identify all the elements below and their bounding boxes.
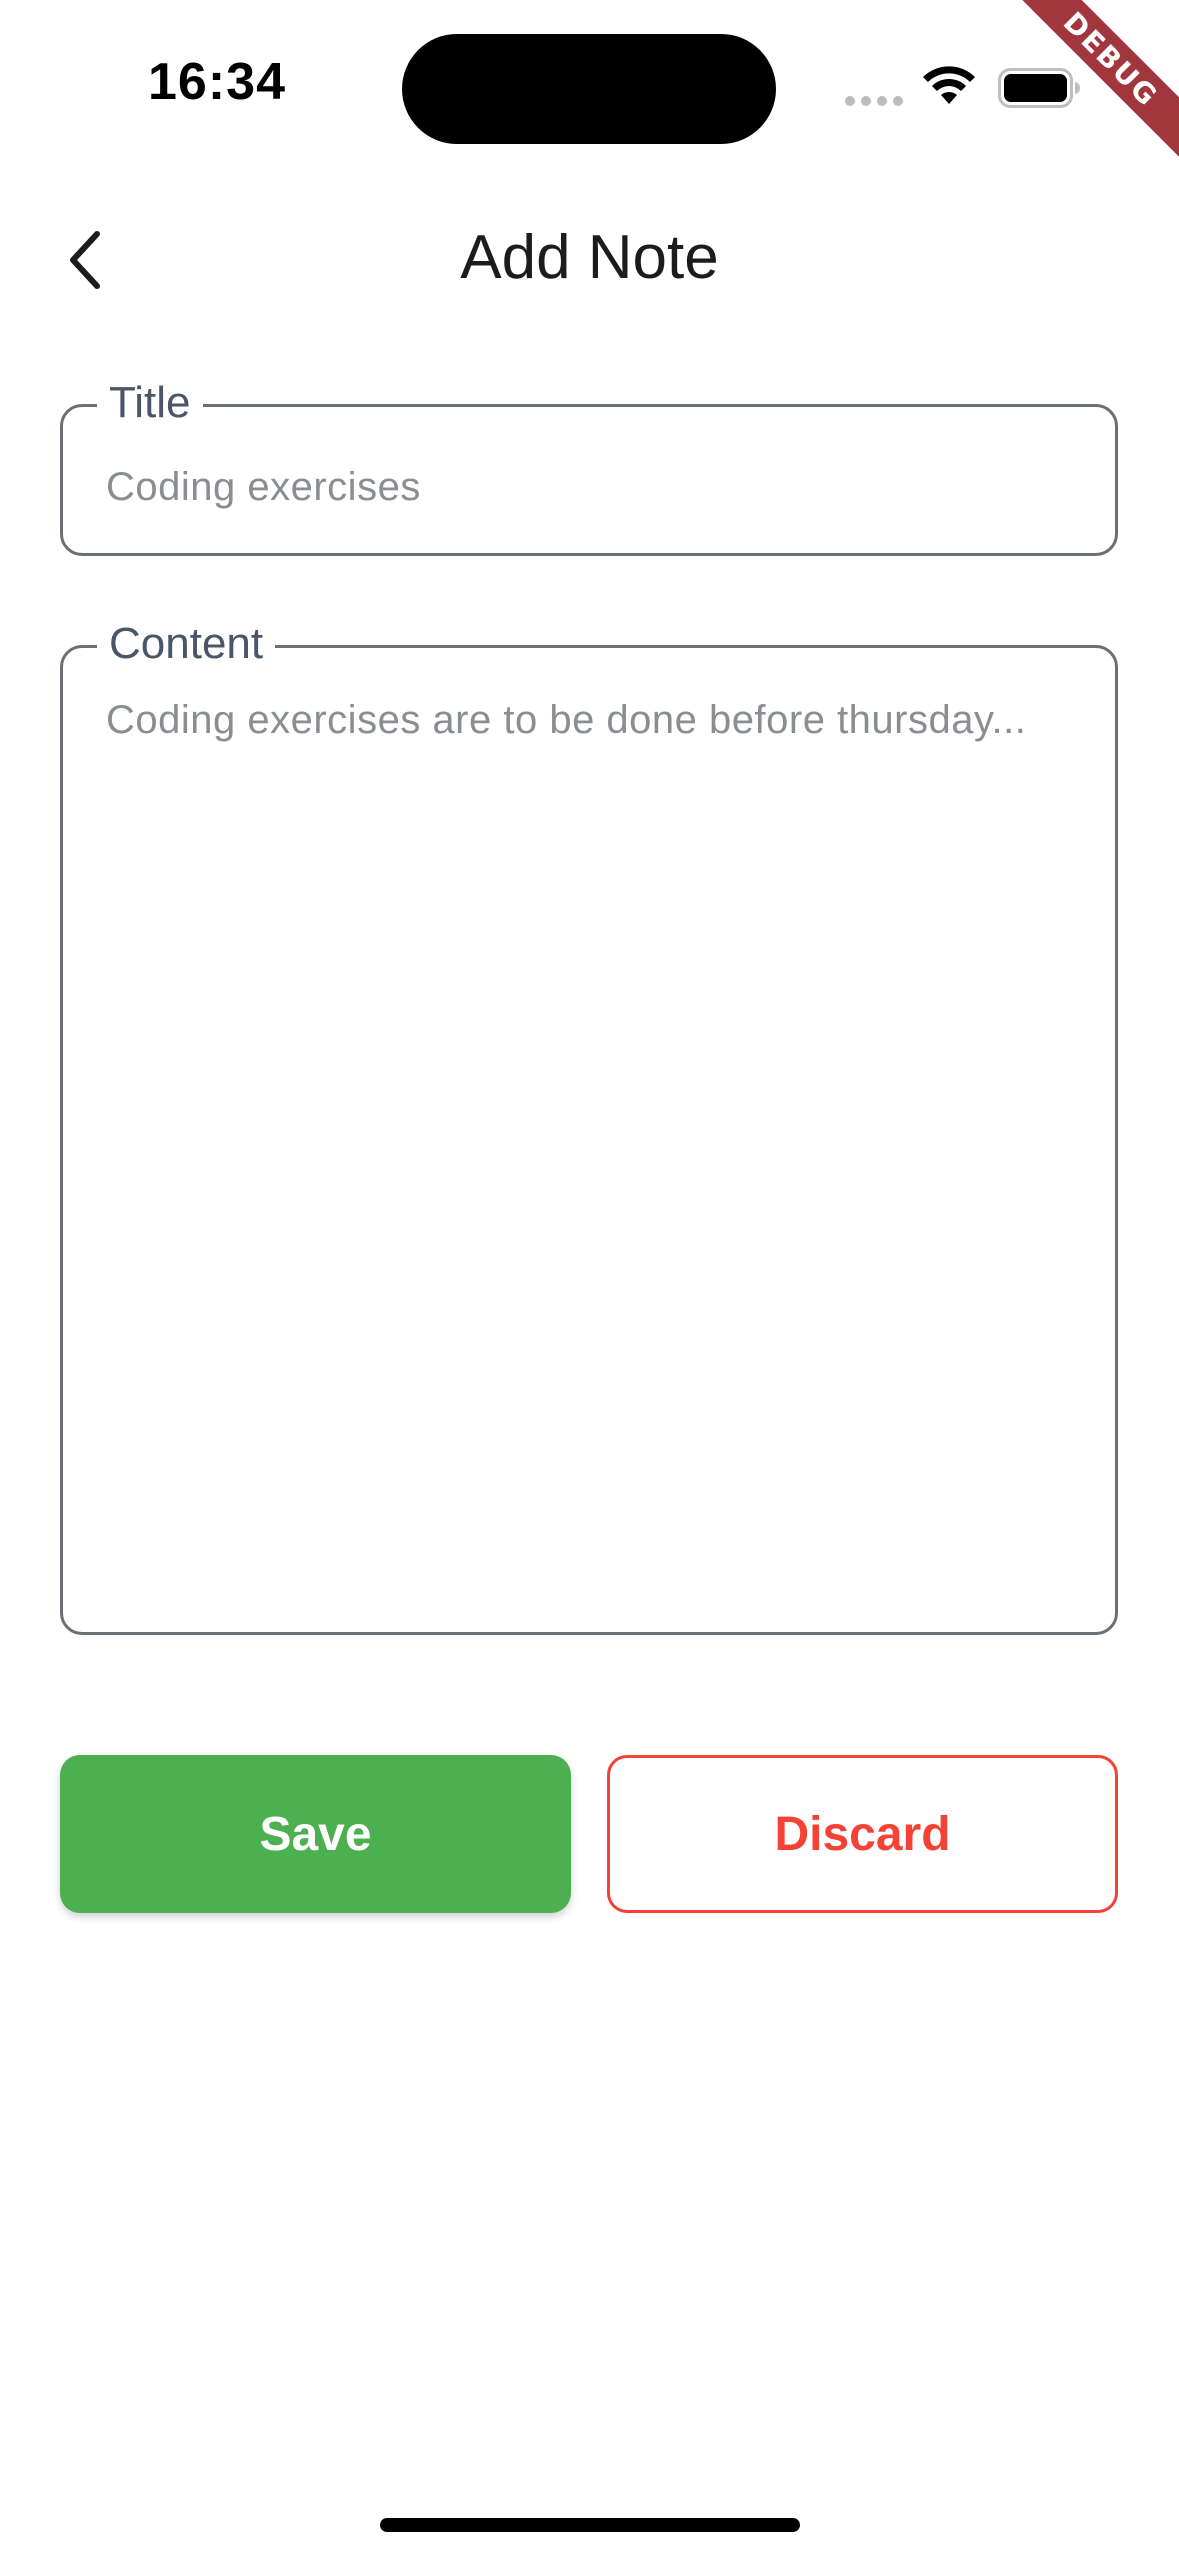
- content-field-label: Content: [97, 618, 276, 670]
- battery-icon: [998, 68, 1080, 108]
- save-button[interactable]: Save: [60, 1755, 571, 1913]
- title-field-label: Title: [97, 377, 203, 429]
- title-placeholder: Coding exercises: [106, 465, 421, 509]
- cellular-signal-icon: [845, 96, 905, 106]
- page-title: Add Note: [460, 223, 719, 292]
- status-time: 16:34: [148, 53, 286, 111]
- title-input[interactable]: Title Coding exercises: [60, 377, 1118, 556]
- add-note-screen: 16:34 DEBUG Add Note Title Coding exerci…: [0, 0, 1179, 2556]
- dynamic-island: [402, 34, 776, 144]
- wifi-icon: [923, 66, 975, 104]
- content-textarea[interactable]: Content Coding exercises are to be done …: [60, 618, 1118, 1635]
- content-placeholder: Coding exercises are to be done before t…: [106, 698, 1027, 742]
- home-indicator[interactable]: [380, 2518, 800, 2532]
- discard-button[interactable]: Discard: [607, 1755, 1118, 1913]
